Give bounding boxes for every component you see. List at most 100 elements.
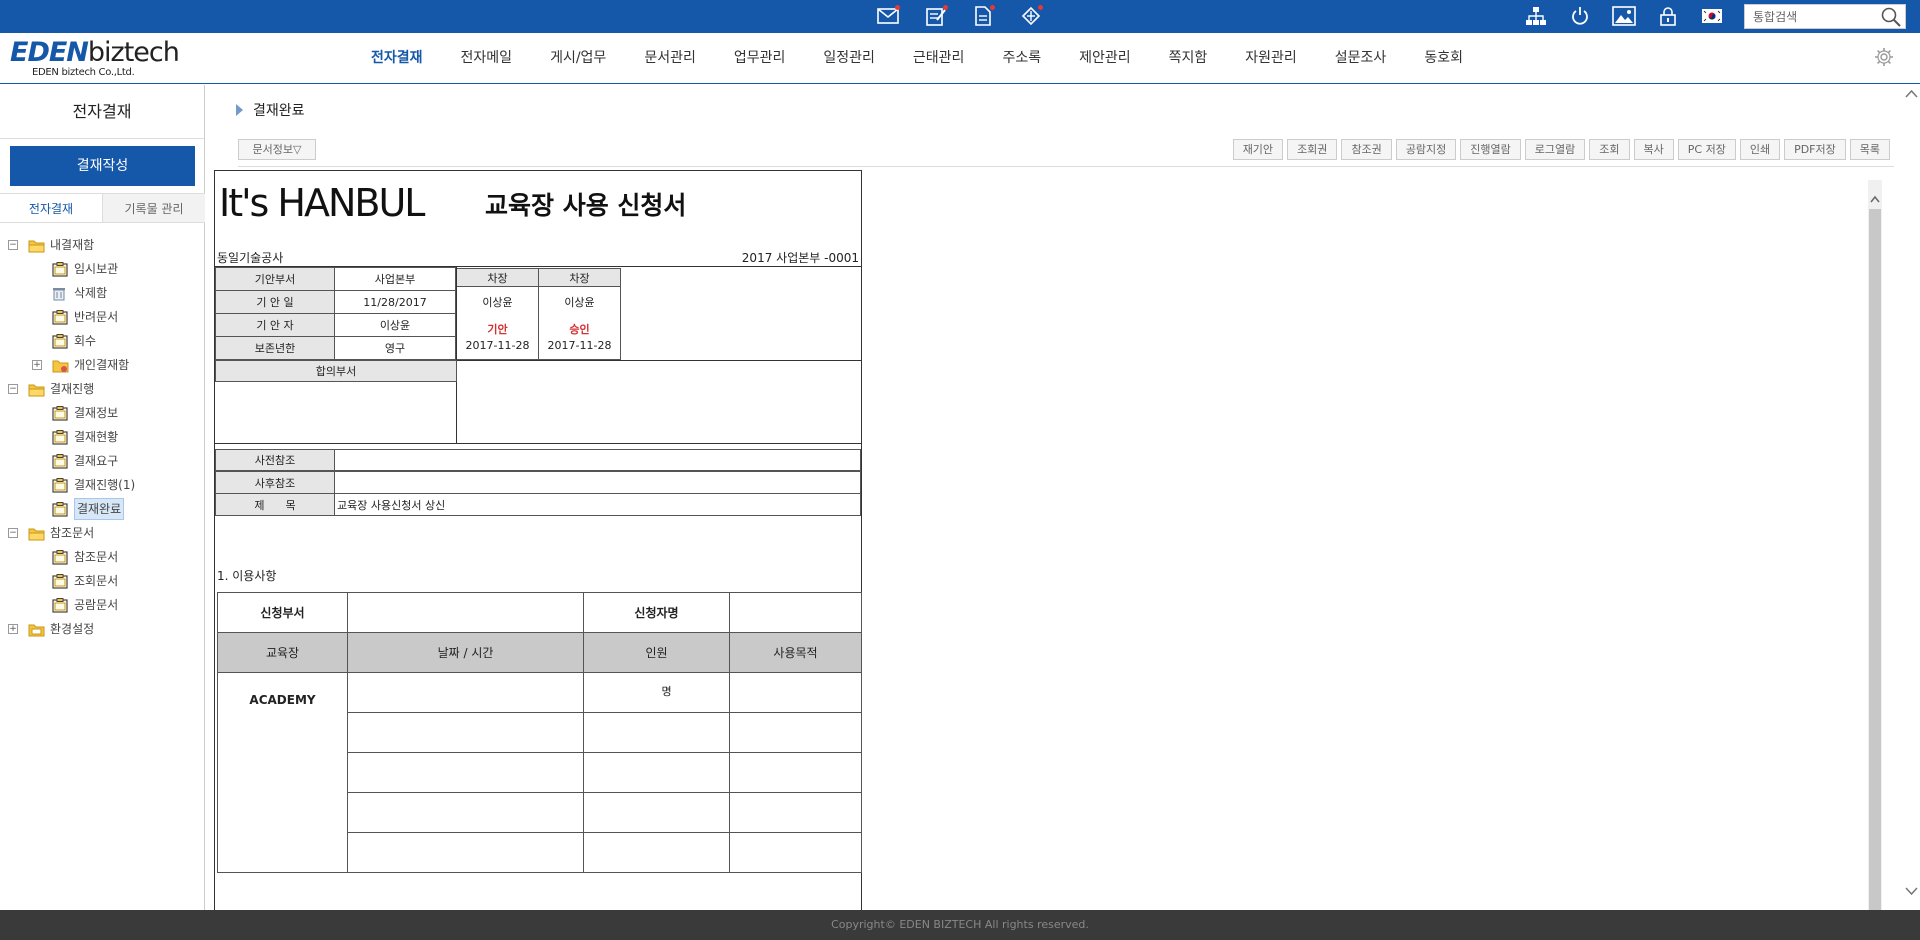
- tree-item-4[interactable]: 반려문서: [0, 305, 205, 329]
- tree-item-label: 조회문서: [74, 574, 119, 588]
- korea-flag-icon[interactable]: [1698, 3, 1726, 29]
- nav-item-1[interactable]: 전자결재: [352, 33, 442, 84]
- folder-doc-icon: [52, 261, 68, 277]
- tree-item-3[interactable]: 삭제함: [0, 281, 205, 305]
- trash-icon: [52, 285, 68, 301]
- folder-gear-icon: [52, 357, 69, 373]
- page-scrollbar[interactable]: [1903, 85, 1920, 910]
- scroll-up-icon[interactable]: [1870, 192, 1880, 203]
- toolbar-button-6[interactable]: 로그열람: [1524, 139, 1586, 160]
- mail-icon[interactable]: [874, 3, 902, 29]
- tree-item-label: 결재정보: [74, 406, 119, 420]
- tree-item-13[interactable]: − 참조문서: [0, 521, 205, 545]
- approval-date: 2017-11-28: [547, 339, 612, 352]
- nav-item-3[interactable]: 게시/업무: [531, 33, 625, 84]
- sidebar-tabs: 전자결재 기록물 관리: [0, 193, 205, 223]
- tree-item-7[interactable]: − 결재진행: [0, 377, 205, 401]
- tree-item-label: 환경설정: [50, 622, 95, 636]
- toolbar-button-5[interactable]: 진행열람: [1460, 139, 1521, 160]
- toolbar-button-3[interactable]: 참조권: [1341, 139, 1392, 160]
- share-icon[interactable]: [1017, 3, 1045, 29]
- nav-item-5[interactable]: 업무관리: [715, 33, 805, 84]
- toolbar-button-4[interactable]: 공람지정: [1395, 139, 1457, 160]
- collapse-icon[interactable]: −: [8, 240, 18, 250]
- nav-item-6[interactable]: 일정관리: [804, 33, 894, 84]
- compose-approval-button[interactable]: 결재작성: [10, 146, 195, 186]
- room-name: ACADEMY: [217, 672, 348, 873]
- tree-item-label: 참조문서: [50, 526, 95, 540]
- scrollbar-thumb[interactable]: [1869, 209, 1881, 910]
- nav-item-12[interactable]: 설문조사: [1316, 33, 1406, 84]
- folder-doc-icon: [52, 405, 68, 421]
- tree-item-10[interactable]: 결재요구: [0, 449, 205, 473]
- folder-doc-icon: [52, 309, 68, 325]
- people-cell: [583, 712, 730, 753]
- expand-icon[interactable]: +: [8, 624, 18, 634]
- nav-item-11[interactable]: 자원관리: [1226, 33, 1316, 84]
- lock-icon[interactable]: [1654, 3, 1682, 29]
- tree-item-label: 참조문서: [74, 550, 119, 564]
- toolbar-button-11[interactable]: PDF저장: [1784, 139, 1846, 160]
- tree-item-8[interactable]: 결재정보: [0, 401, 205, 425]
- divider: [456, 266, 457, 443]
- table-header-3: 인원: [583, 632, 730, 673]
- nav-item-13[interactable]: 동호회: [1405, 33, 1482, 84]
- tree-item-label: 임시보관: [74, 262, 119, 276]
- tree-item-2[interactable]: 임시보관: [0, 257, 205, 281]
- toolbar-button-2[interactable]: 조회권: [1287, 139, 1338, 160]
- info-label: 기안부서: [215, 267, 335, 291]
- tab-electronic-approval[interactable]: 전자결재: [0, 193, 103, 222]
- nav-item-9[interactable]: 제안관리: [1060, 33, 1150, 84]
- divider: [456, 360, 861, 361]
- document-toolbar: 재기안 조회권 참조권 공람지정 진행열람 로그열람 조회 복사 PC 저장 인쇄 PDF저장 목록: [1232, 139, 1890, 160]
- page-scroll-down-icon[interactable]: [1903, 880, 1920, 900]
- tree-item-1[interactable]: − 내결재함: [0, 233, 205, 257]
- nav-item-4[interactable]: 문서관리: [625, 33, 715, 84]
- toolbar-button-9[interactable]: PC 저장: [1677, 139, 1736, 160]
- search-box: [1744, 4, 1906, 29]
- toolbar-button-12[interactable]: 목록: [1849, 139, 1890, 160]
- table-cell: [729, 672, 862, 713]
- tab-records-management[interactable]: 기록물 관리: [103, 193, 205, 222]
- toolbar-button-1[interactable]: 재기안: [1232, 139, 1284, 160]
- agreement-dept-label: 합의부서: [215, 360, 457, 382]
- search-icon[interactable]: [1880, 6, 1902, 28]
- image-icon[interactable]: [1610, 3, 1638, 29]
- tree-item-16[interactable]: 공람문서: [0, 593, 205, 617]
- page-scroll-up-icon[interactable]: [1903, 85, 1920, 105]
- document-icon[interactable]: [969, 3, 997, 29]
- tree-item-15[interactable]: 조회문서: [0, 569, 205, 593]
- tree-item-5[interactable]: 회수: [0, 329, 205, 353]
- document-title: 교육장 사용 신청서: [485, 191, 687, 220]
- nav-item-8[interactable]: 주소록: [983, 33, 1060, 84]
- tree-item-12[interactable]: 결재완료: [0, 497, 205, 521]
- power-icon[interactable]: [1566, 3, 1594, 29]
- tree-item-label: 결재완료: [74, 498, 125, 520]
- collapse-icon[interactable]: −: [8, 528, 18, 538]
- toolbar-button-10[interactable]: 인쇄: [1739, 139, 1781, 160]
- org-chart-icon[interactable]: [1522, 3, 1550, 29]
- search-input[interactable]: [1745, 5, 1865, 28]
- tree-item-14[interactable]: 참조문서: [0, 545, 205, 569]
- toolbar-button-8[interactable]: 복사: [1633, 139, 1674, 160]
- company-logo[interactable]: EDENbiztech EDEN biztech Co.,Ltd.: [10, 37, 180, 81]
- collapse-icon[interactable]: −: [8, 384, 18, 394]
- document-scrollbar[interactable]: [1868, 180, 1882, 910]
- table-header-4: 사용목적: [729, 632, 862, 673]
- tree-item-6[interactable]: + 개인결재함: [0, 353, 205, 377]
- tree-item-17[interactable]: + 환경설정: [0, 617, 205, 641]
- toolbar-button-7[interactable]: 조회: [1589, 139, 1630, 160]
- subject-label: 제 목: [215, 493, 335, 516]
- people-cell: 명: [583, 672, 730, 713]
- nav-item-2[interactable]: 전자메일: [442, 33, 532, 84]
- logo-brand-main: EDEN: [10, 37, 89, 68]
- tree-item-11[interactable]: 결재진행(1): [0, 473, 205, 497]
- approval-icon[interactable]: [922, 3, 950, 29]
- nav-item-10[interactable]: 쪽지함: [1150, 33, 1227, 84]
- expand-icon[interactable]: +: [32, 360, 42, 370]
- tree-item-9[interactable]: 결재현황: [0, 425, 205, 449]
- nav-item-7[interactable]: 근태관리: [894, 33, 984, 84]
- document-info-button[interactable]: 문서정보▽: [238, 139, 316, 160]
- gear-icon[interactable]: [1874, 47, 1896, 69]
- tree-item-label: 회수: [74, 334, 97, 348]
